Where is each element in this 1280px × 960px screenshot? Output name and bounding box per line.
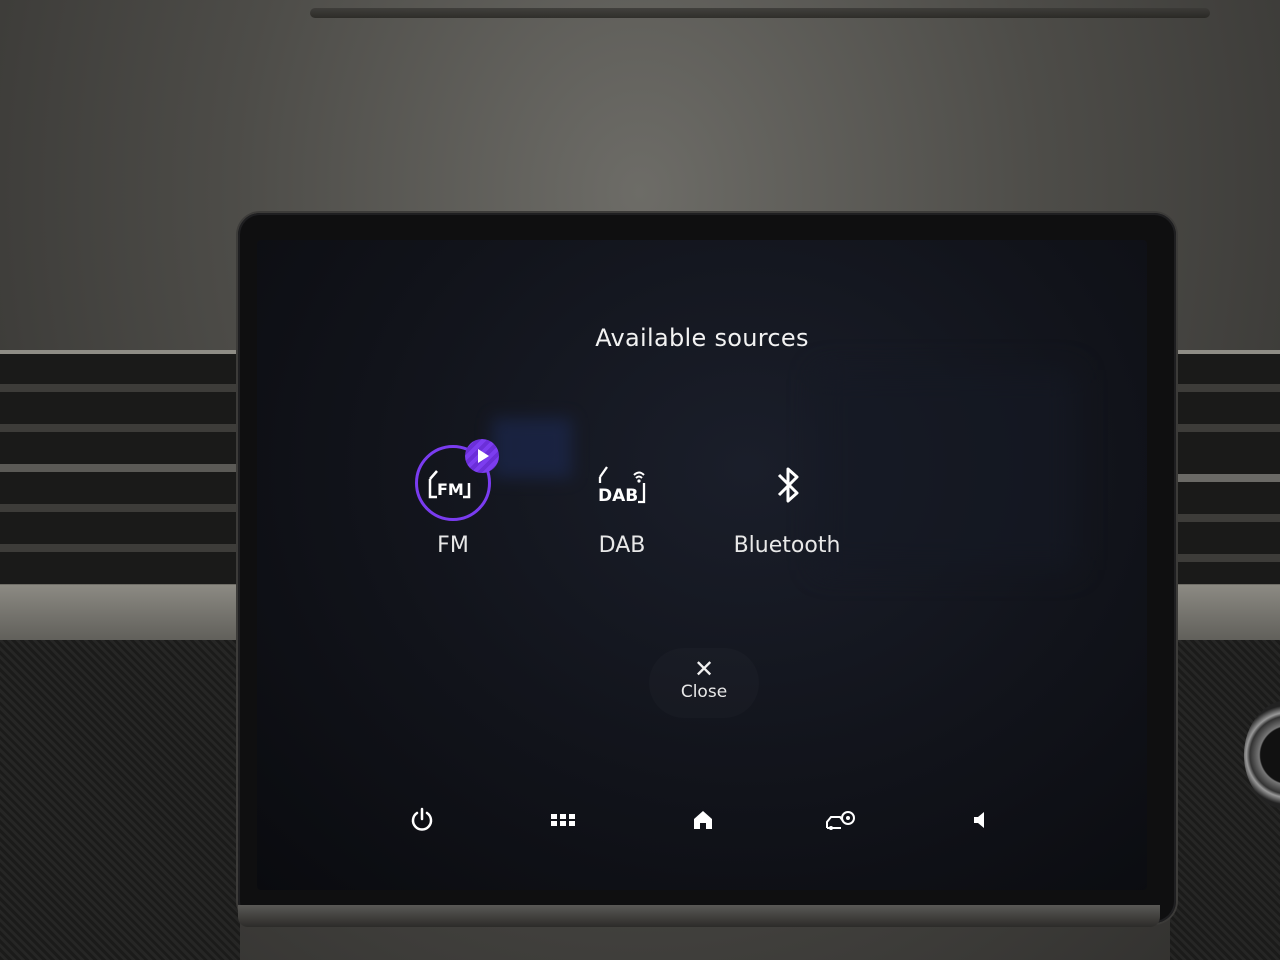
- source-bluetooth-button[interactable]: Bluetooth: [697, 445, 877, 558]
- screen-bezel-bottom: [238, 905, 1160, 927]
- dashboard-trim-right: [1165, 585, 1280, 645]
- source-label: DAB: [598, 533, 646, 558]
- source-fm-button[interactable]: FM FM: [383, 439, 523, 558]
- dashboard-seam: [310, 8, 1210, 18]
- dashboard-trim-left: [0, 585, 245, 645]
- vehicle-settings-button[interactable]: [816, 800, 866, 840]
- source-label: Bluetooth: [733, 533, 841, 558]
- volume-icon: [974, 812, 984, 828]
- now-playing-badge: [465, 439, 499, 473]
- source-label: FM: [437, 533, 469, 558]
- power-icon: [411, 807, 433, 831]
- air-vent-left: [0, 350, 245, 587]
- modal-title: Available sources: [595, 324, 809, 352]
- vehicle-settings-icon: [826, 811, 855, 830]
- power-button[interactable]: [397, 800, 447, 840]
- close-button[interactable]: ✕ Close: [649, 648, 759, 718]
- close-label: Close: [680, 682, 728, 702]
- air-vent-right: [1165, 350, 1280, 587]
- home-icon: [694, 811, 712, 829]
- volume-button[interactable]: [955, 800, 1005, 840]
- apps-grid-icon: [551, 814, 575, 826]
- svg-text:DAB: DAB: [598, 486, 638, 506]
- dab-radio-icon: DAB: [582, 445, 662, 525]
- svg-text:FM: FM: [437, 480, 464, 499]
- infotainment-screen: Available sources FM FM DAB DAB Bluetoot…: [257, 240, 1147, 890]
- fm-radio-icon: FM: [413, 439, 499, 525]
- close-icon: ✕: [693, 655, 715, 683]
- apps-button[interactable]: [538, 800, 588, 840]
- bluetooth-icon: [747, 445, 827, 525]
- dashboard-mesh-left: [0, 640, 240, 960]
- source-dab-button[interactable]: DAB DAB: [552, 445, 692, 558]
- home-button[interactable]: [678, 800, 728, 840]
